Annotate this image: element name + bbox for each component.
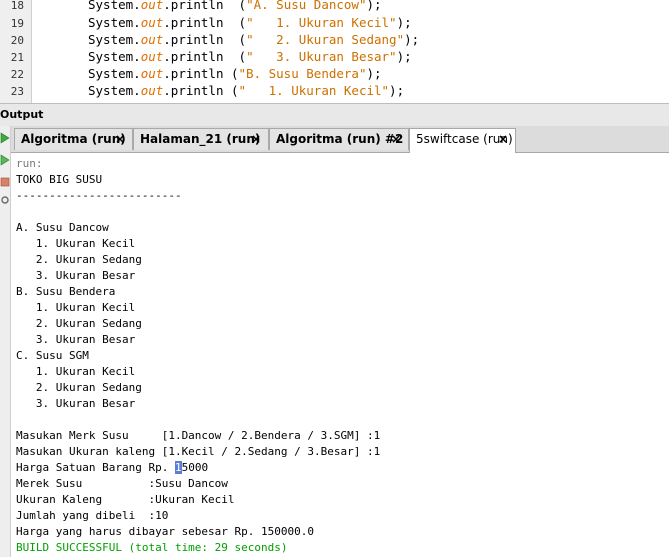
code-token-suffix: ); [389,83,405,98]
close-icon[interactable]: × [498,132,508,146]
tab-algoritma-run-2[interactable]: Algoritma (run) #2 × [269,128,409,150]
run-icon[interactable] [0,130,10,144]
code-token-literal: " 3. Ukuran Besar" [246,49,397,64]
console-line: ------------------------- [16,189,182,202]
close-icon[interactable]: × [115,132,125,146]
console-line: Masukan Ukuran kaleng [1.Kecil / 2.Sedan… [16,445,381,458]
code-line[interactable]: System.out.println ("A. Susu Dancow"); [88,0,382,12]
code-line[interactable]: System.out.println (" 1. Ukuran Kecil"); [88,83,404,98]
code-token-suffix: ); [404,32,420,47]
tab-label: Algoritma (run) [21,132,126,146]
line-number: 23 [10,85,24,98]
tab-halaman-21-run[interactable]: Halaman_21 (run) × [133,128,269,150]
console-line: 1. Ukuran Kecil [16,365,136,378]
output-toolbar [0,126,11,557]
close-icon[interactable]: × [391,132,401,146]
code-token-call: .println ( [163,32,247,47]
console-line: 2. Ukuran Sedang [16,253,142,266]
console-line: TOKO BIG SUSU [16,173,103,186]
console-text: Harga Satuan Barang Rp. [16,461,175,474]
console-line: 1. Ukuran Kecil [16,301,136,314]
console-line: Merek Susu :Susu Dancow [16,477,228,490]
code-token-suffix: ); [366,0,382,12]
code-token-literal: "A. Susu Dancow" [246,0,367,12]
code-token-prefix: System. [88,0,141,12]
code-editor[interactable]: 18 System.out.println ("A. Susu Dancow");… [0,0,669,103]
console-line: 1. Ukuran Kecil [16,237,136,250]
code-line[interactable]: System.out.println (" 2. Ukuran Sedang")… [88,32,419,47]
output-tab-bar: Algoritma (run) × Halaman_21 (run) × Alg… [0,126,669,153]
tab-algoritma-run[interactable]: Algoritma (run) × [14,128,133,150]
tab-label: Halaman_21 (run) [140,132,261,146]
code-token-method: out [140,32,164,47]
code-token-prefix: System. [88,66,141,81]
stop-icon[interactable] [0,174,10,188]
code-token-literal: " 2. Ukuran Sedang" [246,32,405,47]
console-line: A. Susu Dancow [16,221,109,234]
output-panel-header: Output [0,103,669,127]
console-line: 3. Ukuran Besar [16,333,136,346]
console-line: Harga yang harus dibayar sebesar Rp. 150… [16,525,315,538]
rerun-icon[interactable] [0,152,10,166]
console-text: 5000 [181,461,209,474]
console-line: C. Susu SGM [16,349,89,362]
console-line: Ukuran Kaleng :Ukuran Kecil [16,493,235,506]
code-token-prefix: System. [88,32,141,47]
console-line-price: Harga Satuan Barang Rp. 15000 [16,460,666,476]
console-line: 2. Ukuran Sedang [16,381,142,394]
code-token-prefix: System. [88,83,141,98]
code-token-literal: " 1. Ukuran Kecil" [238,83,390,98]
tab-label: Algoritma (run) #2 [276,132,404,146]
code-line[interactable]: System.out.println (" 3. Ukuran Besar"); [88,49,412,64]
console-line: 3. Ukuran Besar [16,397,136,410]
code-token-suffix: ); [366,66,382,81]
code-token-suffix: ); [396,49,412,64]
line-number: 20 [10,34,24,47]
line-number: 18 [10,0,24,12]
tab-5swiftcase-run[interactable]: 5swiftcase (run) × [409,128,516,153]
close-icon[interactable]: × [251,132,261,146]
console-line: Jumlah yang dibeli :10 [16,509,169,522]
code-token-call: .println ( [163,0,247,12]
console-line: 2. Ukuran Sedang [16,317,142,330]
code-token-method: out [140,15,164,30]
console-line: run: [16,157,43,170]
line-number: 19 [10,17,24,30]
settings-icon[interactable] [0,192,10,206]
text-cursor: 1 [174,461,182,474]
console-line: BUILD SUCCESSFUL (total time: 29 seconds… [16,541,288,554]
line-number: 21 [10,51,24,64]
code-token-call: .println ( [163,15,247,30]
code-token-suffix: ); [396,15,412,30]
console-line: B. Susu Bendera [16,285,116,298]
code-token-call: .println ( [163,83,239,98]
code-token-method: out [140,66,164,81]
code-token-literal: " 1. Ukuran Kecil" [246,15,397,30]
output-panel-title: Output [0,108,44,121]
code-line[interactable]: System.out.println (" 1. Ukuran Kecil"); [88,15,412,30]
console-line: 3. Ukuran Besar [16,269,136,282]
code-token-method: out [140,0,164,12]
code-token-method: out [140,49,164,64]
console-output[interactable]: run: TOKO BIG SUSU -----------------------… [16,156,666,556]
code-token-call: .println ( [163,49,247,64]
code-token-literal: "B. Susu Bendera" [238,66,367,81]
console-line: Masukan Merk Susu [1.Dancow / 2.Bendera … [16,429,381,442]
code-line[interactable]: System.out.println ("B. Susu Bendera"); [88,66,382,81]
code-token-prefix: System. [88,15,141,30]
line-number: 22 [10,68,24,81]
code-token-method: out [140,83,164,98]
code-token-prefix: System. [88,49,141,64]
code-token-call: .println ( [163,66,239,81]
